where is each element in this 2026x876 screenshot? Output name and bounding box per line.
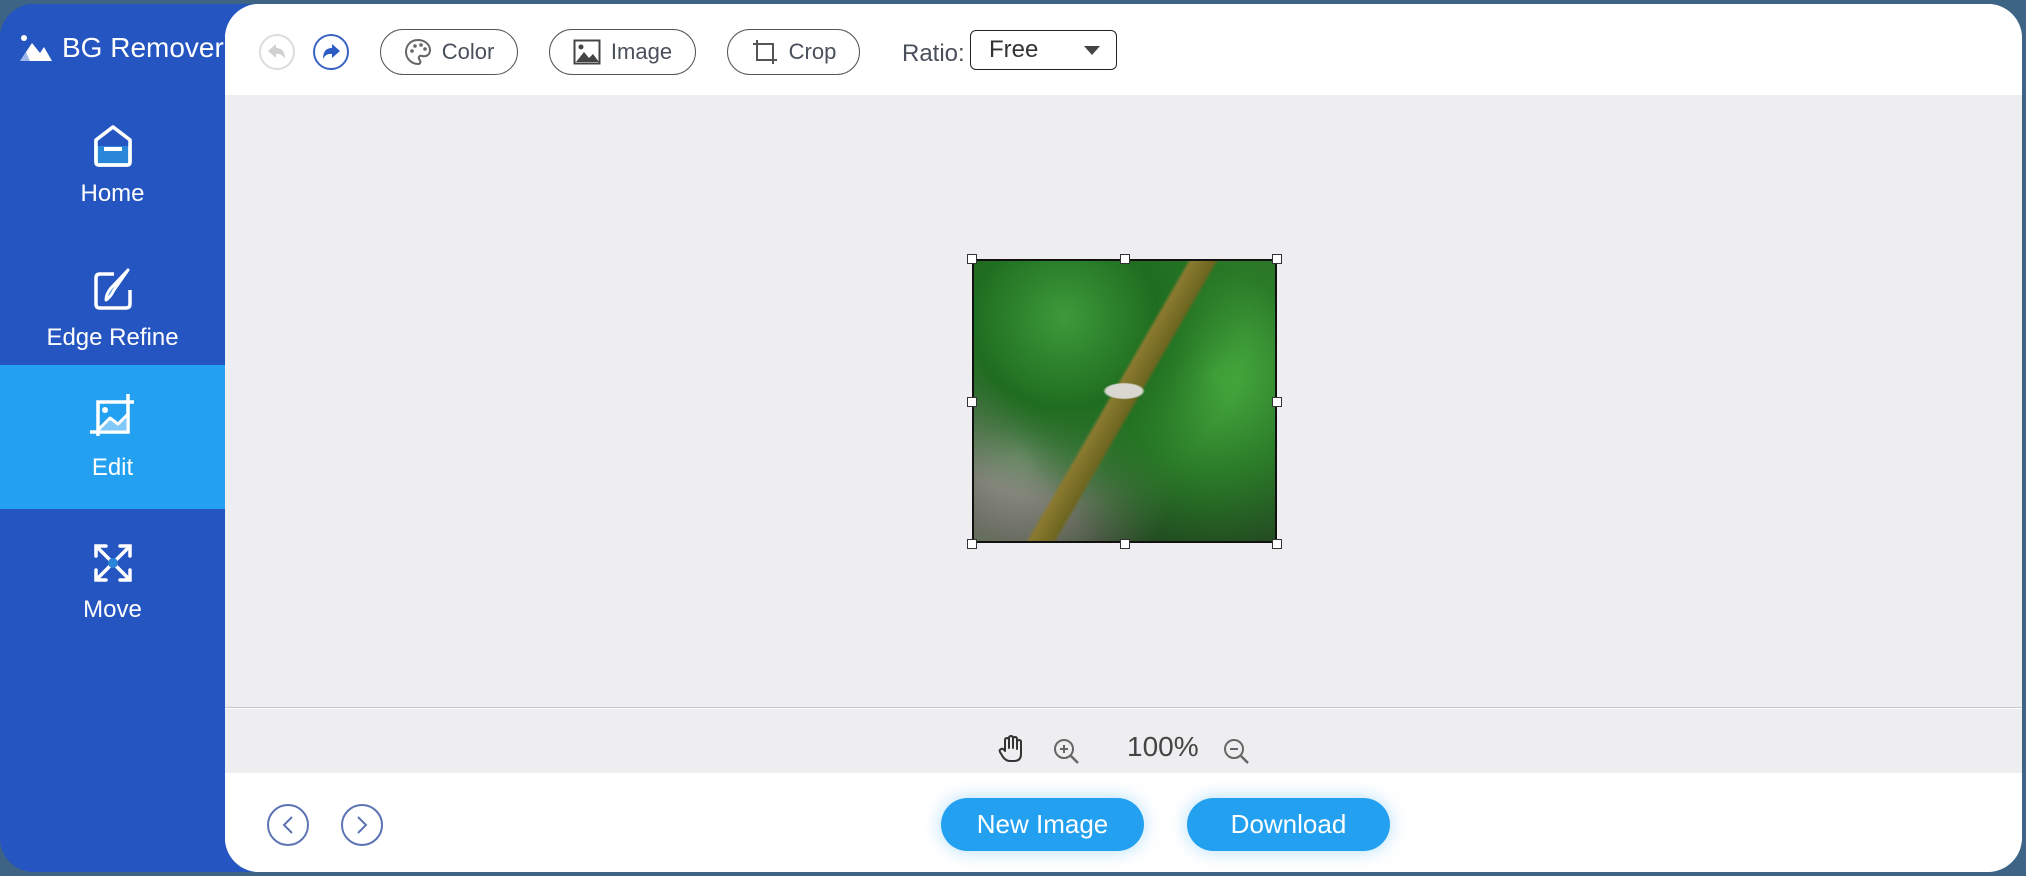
chevron-right-icon — [357, 816, 368, 834]
crop-icon — [752, 40, 777, 64]
sidebar-item-label: Home — [80, 180, 145, 207]
sidebar-item-label: Edit — [91, 454, 134, 481]
sidebar-item-edit[interactable]: Edit — [0, 365, 225, 509]
ratio-dropdown[interactable]: Free — [970, 30, 1117, 70]
footer-bar: New Image Download — [225, 773, 2022, 872]
undo-button[interactable] — [259, 34, 295, 70]
sidebar-item-move[interactable]: Move — [0, 511, 225, 655]
app-brand: BG Remover — [18, 32, 224, 64]
download-label: Download — [1230, 809, 1347, 839]
crop-handle-top-left[interactable] — [967, 254, 977, 264]
next-button[interactable] — [341, 804, 383, 846]
edge-refine-icon — [93, 268, 132, 310]
main-panel: Color Image Crop Ratio: Free 100% New Im… — [225, 4, 2022, 872]
sidebar-item-label: Move — [83, 596, 142, 623]
ratio-value: Free — [989, 36, 1039, 63]
crop-handle-bottom-left[interactable] — [967, 539, 977, 549]
crop-label: Crop — [788, 39, 837, 64]
image-icon — [573, 39, 601, 65]
zoom-out-icon[interactable] — [1222, 737, 1250, 765]
crop-handle-right[interactable] — [1272, 397, 1282, 407]
logo-icon — [20, 35, 52, 61]
caret-down-icon — [1084, 46, 1100, 55]
edited-image[interactable] — [972, 259, 1277, 543]
image-canvas[interactable] — [225, 95, 2022, 708]
image-button[interactable]: Image — [549, 29, 696, 75]
hand-pan-icon[interactable] — [998, 735, 1024, 763]
undo-icon — [268, 44, 285, 59]
toolbar: Color Image Crop Ratio: Free — [225, 4, 2022, 95]
redo-button[interactable] — [313, 34, 349, 70]
new-image-label: New Image — [976, 809, 1109, 839]
color-button[interactable]: Color — [380, 29, 518, 75]
sidebar-item-label: Edge Refine — [46, 324, 179, 351]
zoom-bar: 100% — [225, 709, 2022, 773]
sidebar: BG Remover Home Edge Refine Edit Move — [0, 4, 225, 872]
chevron-left-icon — [282, 816, 293, 834]
crop-button[interactable]: Crop — [727, 29, 860, 75]
home-icon — [93, 125, 132, 167]
ratio-label: Ratio: — [902, 40, 965, 67]
sidebar-item-home[interactable]: Home — [0, 94, 225, 238]
zoom-level: 100% — [1127, 731, 1199, 762]
app-title: BG Remover — [62, 32, 224, 63]
crop-handle-top-right[interactable] — [1272, 254, 1282, 264]
move-arrows-icon — [93, 544, 132, 582]
color-label: Color — [441, 39, 495, 64]
edit-crop-image-icon — [89, 394, 134, 436]
sidebar-item-edge-refine[interactable]: Edge Refine — [0, 238, 225, 382]
previous-button[interactable] — [267, 804, 309, 846]
image-label: Image — [610, 39, 673, 64]
palette-icon — [404, 38, 431, 66]
zoom-in-icon[interactable] — [1052, 737, 1080, 765]
crop-handle-left[interactable] — [967, 397, 977, 407]
app-window: BG Remover Home Edge Refine Edit Move Co… — [0, 4, 2022, 872]
crop-handle-bottom-right[interactable] — [1272, 539, 1282, 549]
new-image-button[interactable]: New Image — [941, 798, 1144, 851]
crop-handle-bottom[interactable] — [1120, 539, 1130, 549]
crop-handle-top[interactable] — [1120, 254, 1130, 264]
download-button[interactable]: Download — [1187, 798, 1390, 851]
redo-icon — [323, 44, 340, 59]
